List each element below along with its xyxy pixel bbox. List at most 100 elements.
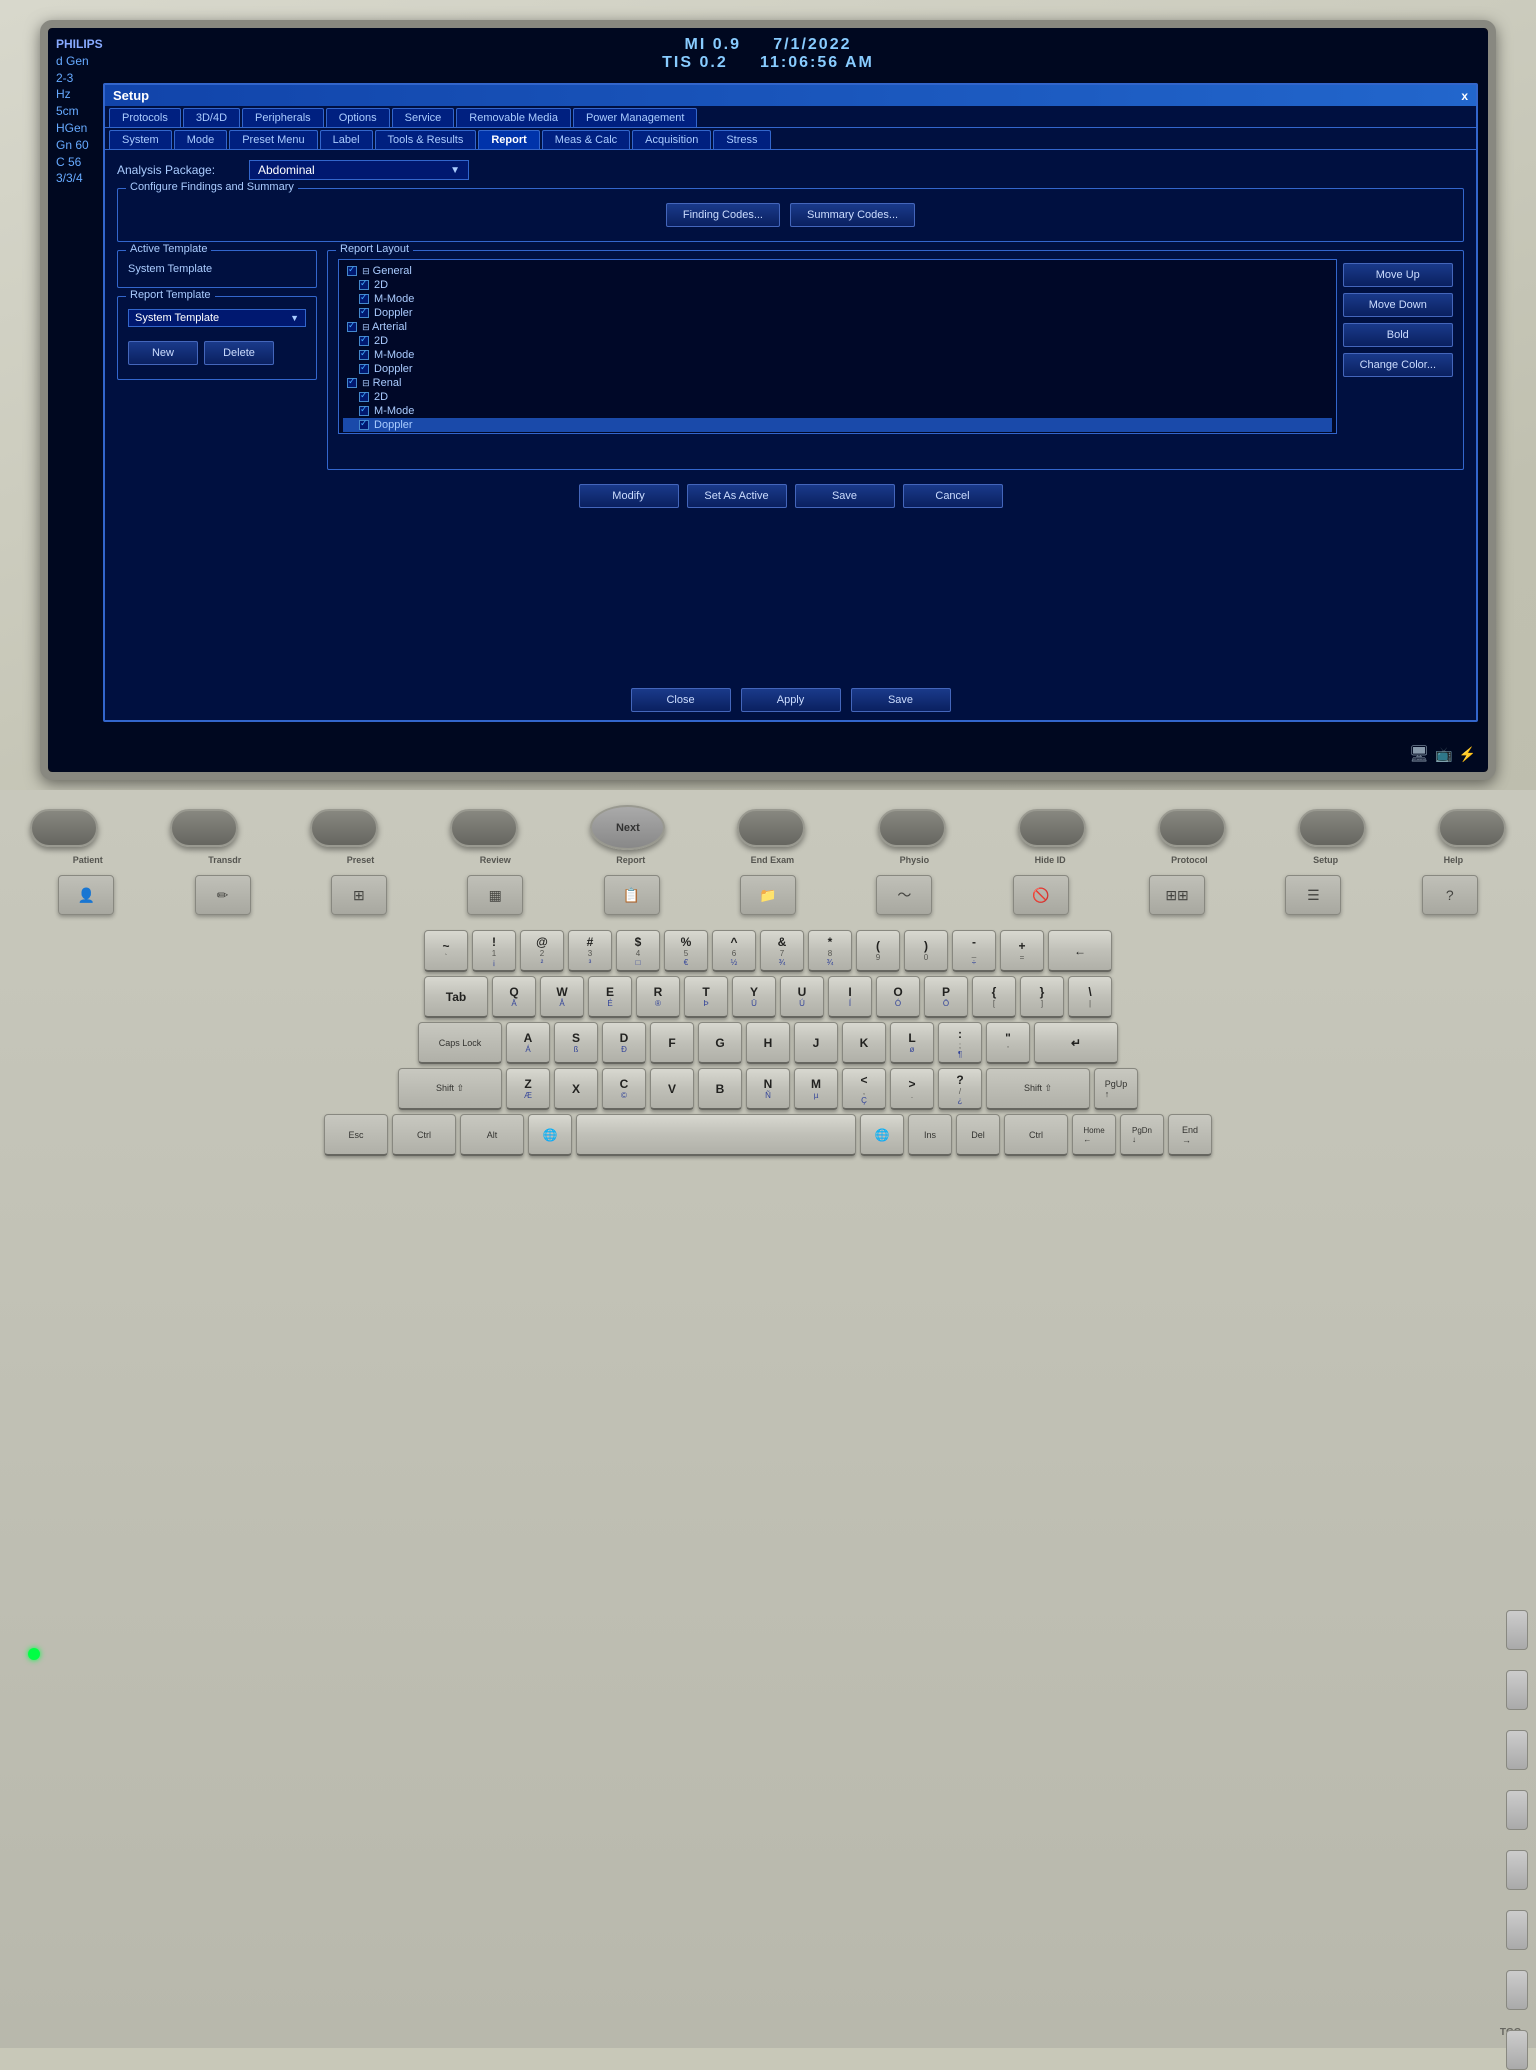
key-globe-left[interactable]: 🌐 [528,1114,572,1156]
key-k[interactable]: K [842,1022,886,1064]
key-n[interactable]: NÑ [746,1068,790,1110]
key-capslock[interactable]: Caps Lock [418,1022,502,1064]
key-3[interactable]: #3³ [568,930,612,972]
key-lbracket[interactable]: {[ [972,976,1016,1018]
bottom-save-button[interactable]: Save [851,688,951,712]
delete-template-button[interactable]: Delete [204,341,274,365]
slider-4[interactable] [1506,1790,1528,1830]
key-2[interactable]: @2² [520,930,564,972]
tree-item-venous[interactable]: ⊞ Venous [343,432,1332,434]
2d-3-checkbox[interactable] [359,392,369,402]
fkey-transdr[interactable]: ✏ [195,875,251,915]
key-p[interactable]: PÖ [924,976,968,1018]
dialog-close-button[interactable]: x [1461,89,1468,103]
key-1[interactable]: !1¡ [472,930,516,972]
tree-item-mmode-2[interactable]: M-Mode [343,348,1332,362]
slider-8[interactable] [1506,2030,1528,2070]
key-ctrl-left[interactable]: Ctrl [392,1114,456,1156]
key-z[interactable]: ZÆ [506,1068,550,1110]
key-a[interactable]: AÁ [506,1022,550,1064]
ctrl-btn-9[interactable] [1298,809,1366,847]
mmode-3-checkbox[interactable] [359,406,369,416]
key-alt[interactable]: Alt [460,1114,524,1156]
key-q[interactable]: QÄ [492,976,536,1018]
key-j[interactable]: J [794,1022,838,1064]
cancel-button[interactable]: Cancel [903,484,1003,508]
2d-2-checkbox[interactable] [359,336,369,346]
tab-protocols[interactable]: Protocols [109,108,181,127]
fkey-preset[interactable]: ⊞ [331,875,387,915]
key-minus[interactable]: -_÷ [952,930,996,972]
tab-stress[interactable]: Stress [713,130,770,149]
ctrl-btn-10[interactable] [1438,809,1506,847]
key-b[interactable]: B [698,1068,742,1110]
renal-checkbox[interactable] [347,378,357,388]
tab-meas-calc[interactable]: Meas & Calc [542,130,630,149]
key-l[interactable]: Lø [890,1022,934,1064]
key-t[interactable]: TÞ [684,976,728,1018]
key-y[interactable]: YÜ [732,976,776,1018]
slider-1[interactable] [1506,1610,1528,1650]
mmode-1-checkbox[interactable] [359,294,369,304]
change-color-button[interactable]: Change Color... [1343,353,1453,377]
key-7[interactable]: &7¾ [760,930,804,972]
key-w[interactable]: WÅ [540,976,584,1018]
key-0[interactable]: )0 [904,930,948,972]
tree-item-2d-2[interactable]: 2D [343,334,1332,348]
fkey-protocol[interactable]: ⊞⊞ [1149,875,1205,915]
mmode-2-checkbox[interactable] [359,350,369,360]
doppler-2-checkbox[interactable] [359,364,369,374]
fkey-physio[interactable]: 〜 [876,875,932,915]
key-space[interactable] [576,1114,856,1156]
2d-1-checkbox[interactable] [359,280,369,290]
key-h[interactable]: H [746,1022,790,1064]
tab-power-management[interactable]: Power Management [573,108,697,127]
tab-removable-media[interactable]: Removable Media [456,108,571,127]
key-plus[interactable]: += [1000,930,1044,972]
fkey-setup[interactable]: ☰ [1285,875,1341,915]
ctrl-btn-5[interactable] [737,809,805,847]
key-g[interactable]: G [698,1022,742,1064]
tree-item-general[interactable]: ⊟ General [343,264,1332,278]
set-as-active-button[interactable]: Set As Active [687,484,787,508]
ctrl-btn-2[interactable] [170,809,238,847]
key-tab[interactable]: Tab [424,976,488,1018]
tree-item-mmode-1[interactable]: M-Mode [343,292,1332,306]
tab-preset-menu[interactable]: Preset Menu [229,130,317,149]
apply-button[interactable]: Apply [741,688,841,712]
key-del[interactable]: Del [956,1114,1000,1156]
key-rbracket[interactable]: }] [1020,976,1064,1018]
slider-7[interactable] [1506,1970,1528,2010]
key-enter[interactable]: ↵ [1034,1022,1118,1064]
fkey-hide-id[interactable]: 🚫 [1013,875,1069,915]
key-end[interactable]: End→ [1168,1114,1212,1156]
key-semicolon[interactable]: :;¶ [938,1022,982,1064]
key-ctrl-right[interactable]: Ctrl [1004,1114,1068,1156]
ctrl-btn-4[interactable] [450,809,518,847]
tab-peripherals[interactable]: Peripherals [242,108,324,127]
close-button[interactable]: Close [631,688,731,712]
doppler-1-checkbox[interactable] [359,308,369,318]
tree-item-2d-3[interactable]: 2D [343,390,1332,404]
key-pgup[interactable]: PgUp↑ [1094,1068,1138,1110]
tab-system[interactable]: System [109,130,172,149]
new-template-button[interactable]: New [128,341,198,365]
key-i[interactable]: IÍ [828,976,872,1018]
arterial-checkbox[interactable] [347,322,357,332]
key-5[interactable]: %5€ [664,930,708,972]
key-ins[interactable]: Ins [908,1114,952,1156]
key-9[interactable]: (9 [856,930,900,972]
analysis-package-select[interactable]: Abdominal ▼ [249,160,469,180]
key-backslash[interactable]: \| [1068,976,1112,1018]
slider-2[interactable] [1506,1670,1528,1710]
key-c[interactable]: C© [602,1068,646,1110]
report-template-select[interactable]: System Template ▼ [128,309,306,327]
slider-5[interactable] [1506,1850,1528,1890]
key-m[interactable]: Mµ [794,1068,838,1110]
tab-options[interactable]: Options [326,108,390,127]
tree-item-doppler-3[interactable]: Doppler [343,418,1332,432]
general-checkbox[interactable] [347,266,357,276]
finding-codes-button[interactable]: Finding Codes... [666,203,780,227]
key-f[interactable]: F [650,1022,694,1064]
ctrl-btn-8[interactable] [1158,809,1226,847]
